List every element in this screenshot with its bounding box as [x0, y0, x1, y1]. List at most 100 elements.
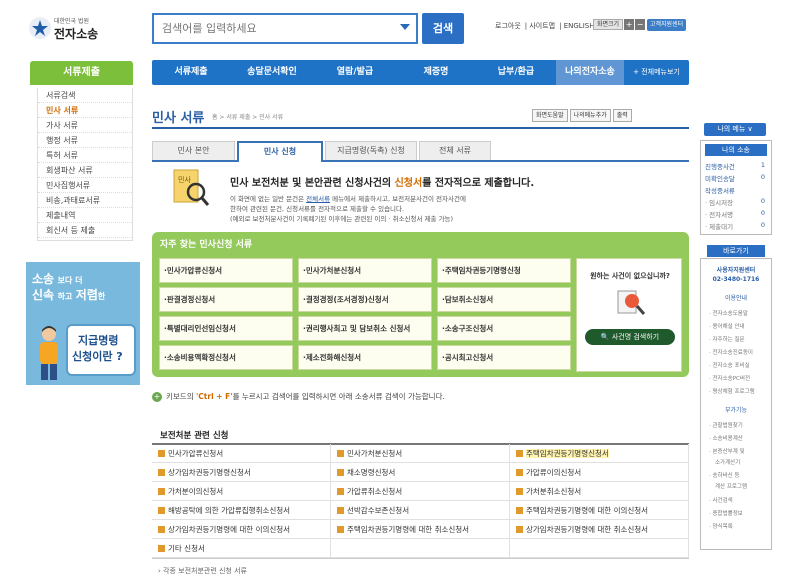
extra-link[interactable]: · 소송비용계산: [709, 434, 743, 442]
my-case-row[interactable]: 진행중사건 1: [705, 161, 769, 171]
document-icon: [516, 507, 523, 514]
logout-link[interactable]: 로그아웃: [495, 22, 521, 30]
frequent-doc-item[interactable]: ·판결경정신청서: [159, 287, 293, 312]
frequent-doc-item[interactable]: ·담보취소신청서: [437, 287, 571, 312]
extra-link[interactable]: · 사건검색: [709, 496, 733, 504]
left-nav-item-noncontentious[interactable]: 비송,과태료서류: [38, 193, 132, 208]
extra-link-cont[interactable]: 소가계산기: [715, 458, 740, 466]
search-input[interactable]: [154, 15, 384, 42]
frequent-doc-item[interactable]: ·민사가압류신청서: [159, 258, 293, 283]
court-logo[interactable]: 대한민국 법원 전자소송: [28, 14, 98, 44]
preservation-item[interactable]: 주택임차권등기명령에 대한 이의신청서: [510, 501, 689, 520]
nav-item-my-case[interactable]: 나의전자소송: [556, 60, 624, 85]
guide-link[interactable]: · 전자소송도움말: [709, 309, 748, 317]
all-documents-link[interactable]: 전체서류: [306, 195, 330, 203]
extra-link[interactable]: · 송하바신 등: [709, 471, 740, 479]
preservation-item[interactable]: 민사가압류신청서: [152, 444, 331, 463]
font-increase-button[interactable]: +: [624, 19, 635, 30]
frequent-doc-item[interactable]: ·제소전화해신청서: [298, 345, 432, 370]
case-search-button[interactable]: 🔍 사건명 검색하기: [585, 329, 675, 345]
sitemap-link[interactable]: 사이트맵: [529, 22, 555, 30]
banner-bubble: 지급명령 신청이란 ?: [66, 324, 136, 376]
top-links: 로그아웃 | 사이트맵 | ENGLISH: [495, 22, 595, 30]
tab-civil-main[interactable]: 민사 본안: [152, 141, 235, 160]
case-search-panel: 원하는 사건이 없으십니까? 🔍 사건명 검색하기: [576, 258, 682, 372]
left-nav-item-family[interactable]: 가사 서류: [38, 118, 132, 133]
guide-link[interactable]: · 전자소송PC버전: [709, 374, 750, 382]
font-decrease-button[interactable]: −: [635, 19, 646, 30]
nav-item-submit[interactable]: 서류제출: [152, 60, 230, 85]
extra-link[interactable]: · 본증산부계 및: [709, 447, 745, 455]
add-my-menu-button[interactable]: 나의메뉴추가: [569, 109, 611, 122]
preservation-item[interactable]: 상가임차권등기명령신청서: [152, 463, 331, 482]
my-case-header: 나의 소송: [705, 144, 767, 156]
guide-link[interactable]: · 용어해설 안내: [709, 322, 745, 330]
tab-payment-order[interactable]: 지급명령(독촉) 신청: [325, 141, 417, 160]
my-case-row[interactable]: · 제출대기 0: [705, 221, 769, 231]
nav-item-delivery[interactable]: 송달문서확인: [230, 60, 314, 85]
extra-link[interactable]: · 관할법원찾기: [709, 421, 743, 429]
print-button[interactable]: 출력: [612, 109, 632, 122]
preservation-item[interactable]: 가처분취소신청서: [510, 482, 689, 501]
preservation-item[interactable]: 민사가처분신청서: [331, 444, 510, 463]
preservation-item[interactable]: 해방공탁에 의한 가압류집행취소신청서: [152, 501, 331, 520]
frequent-doc-item[interactable]: ·소송구조신청서: [437, 316, 571, 341]
screen-help-button[interactable]: 화면도움말: [532, 109, 568, 122]
frequent-doc-item[interactable]: ·특별대리인선임신청서: [159, 316, 293, 341]
left-nav-item-bankruptcy[interactable]: 회생파산 서류: [38, 163, 132, 178]
preservation-item[interactable]: 선박감수보존신청서: [331, 501, 510, 520]
preservation-item[interactable]: 상가임차권등기명령에 대한 취소신청서: [510, 520, 689, 539]
english-link[interactable]: ENGLISH: [564, 22, 595, 30]
preservation-item[interactable]: 가처분이의신청서: [152, 482, 331, 501]
frequent-doc-item[interactable]: ·주택임차권등기명령신청: [437, 258, 571, 283]
payment-order-banner[interactable]: 소송 보다 더 신속 하고 저렴한 지급명령 신청이란 ?: [26, 262, 140, 385]
nav-item-certificate[interactable]: 제증명: [396, 60, 476, 85]
more-preservation-link[interactable]: › 각종 보전처분관련 신청 서류: [158, 566, 247, 576]
magnifier-document-icon: [617, 290, 646, 315]
nav-item-payment[interactable]: 납부/환급: [476, 60, 556, 85]
left-nav-item-patent[interactable]: 특허 서류: [38, 148, 132, 163]
my-case-row[interactable]: · 임시저장 0: [705, 197, 769, 207]
preservation-item[interactable]: 주택임차권등기명령신청서: [510, 444, 689, 463]
frequent-doc-item[interactable]: ·공시최고신청서: [437, 345, 571, 370]
tab-civil-application[interactable]: 민사 신청: [237, 141, 323, 162]
left-nav-item-execution[interactable]: 민사집행서류: [38, 178, 132, 193]
frequent-doc-item[interactable]: ·결정경정(조서경정)신청서: [298, 287, 432, 312]
extra-link[interactable]: · 양식목록: [709, 522, 733, 530]
extra-link-cont[interactable]: 계산 프로그램: [715, 482, 747, 490]
document-icon: [158, 469, 165, 476]
preservation-item[interactable]: 채소명령신청서: [331, 463, 510, 482]
nav-item-view-issue[interactable]: 열람/발급: [314, 60, 396, 85]
frequent-docs-grid: ·민사가압류신청서 ·민사가처분신청서 ·주택임차권등기명령신청 ·판결경정신청…: [159, 258, 571, 372]
left-nav-item-search[interactable]: 서류검색: [38, 88, 132, 103]
preservation-empty-cell: [510, 539, 689, 558]
preservation-item[interactable]: 기타 신청서: [152, 539, 331, 558]
left-nav-item-reply[interactable]: 회신서 등 제출: [38, 223, 132, 238]
frequent-doc-item[interactable]: ·소송비용액확정신청서: [159, 345, 293, 370]
nav-all-menu[interactable]: + 전체메뉴보기: [624, 60, 689, 85]
my-case-row[interactable]: · 전자서명 0: [705, 209, 769, 219]
left-nav-item-civil[interactable]: 민사 서류: [38, 103, 132, 118]
preservation-item[interactable]: 가압류취소신청서: [331, 482, 510, 501]
tab-bar: 민사 본안 민사 신청 지급명령(독촉) 신청 전체 서류: [152, 141, 689, 162]
customer-center-button[interactable]: 고객지원센터: [647, 19, 687, 31]
guide-link[interactable]: · 전자소송 포비실: [709, 361, 750, 369]
extra-link[interactable]: · 종합법률정보: [709, 509, 743, 517]
preservation-item[interactable]: 상가임차권등기명령에 대한 이의신청서: [152, 520, 331, 539]
frequent-doc-item[interactable]: ·민사가처분신청서: [298, 258, 432, 283]
my-menu-button[interactable]: 나의 메뉴 ∨: [704, 123, 766, 136]
left-nav-item-admin[interactable]: 행정 서류: [38, 133, 132, 148]
guide-link[interactable]: · 평상체험 프로그램: [709, 387, 755, 395]
guide-link[interactable]: · 자주하는 질문: [709, 335, 745, 343]
left-nav-item-history[interactable]: 제출내역: [38, 208, 132, 223]
font-size-controls: 화면크기 + −: [593, 19, 646, 31]
tab-all-documents[interactable]: 전체 서류: [419, 141, 491, 160]
frequent-doc-item[interactable]: ·권리행사최고 및 담보취소 신청서: [298, 316, 432, 341]
search-button[interactable]: 검색: [422, 13, 464, 44]
my-case-row[interactable]: 작성중서류: [705, 185, 769, 195]
preservation-item[interactable]: 가압류이의신청서: [510, 463, 689, 482]
search-dropdown-icon[interactable]: [400, 24, 410, 30]
guide-link[interactable]: · 전자소송진료동이: [709, 348, 753, 356]
my-case-row[interactable]: 미확인송달 0: [705, 173, 769, 183]
preservation-item[interactable]: 주택임차권등기명령에 대한 취소신청서: [331, 520, 510, 539]
